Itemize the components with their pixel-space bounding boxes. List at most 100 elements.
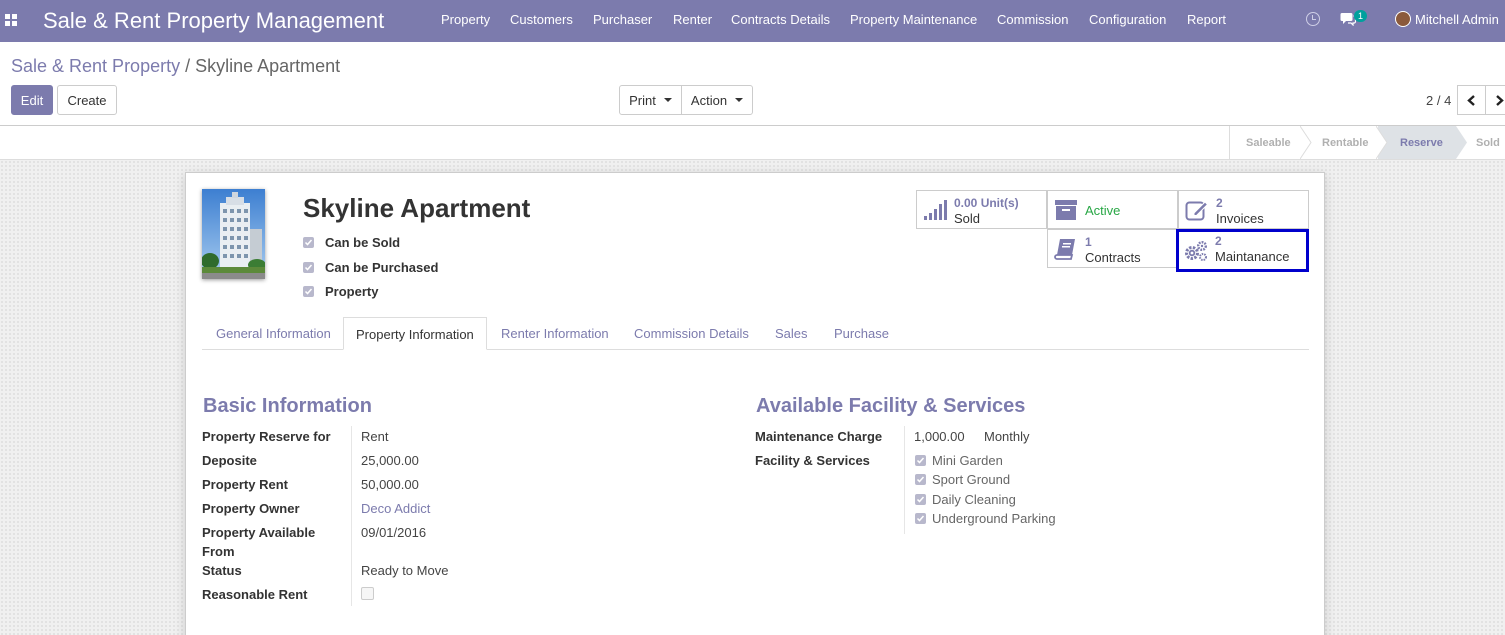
- tab-property-information[interactable]: Property Information: [343, 317, 487, 350]
- daily-cleaning-label: Daily Cleaning: [932, 492, 1016, 507]
- maintenance-charge-label: Maintenance Charge: [755, 429, 883, 444]
- deposite-label: Deposite: [202, 453, 257, 468]
- can-be-sold-checkbox[interactable]: [303, 237, 314, 248]
- property-owner-link[interactable]: Deco Addict: [361, 501, 430, 516]
- checkmark-icon: [916, 476, 925, 483]
- underground-parking-label: Underground Parking: [932, 511, 1056, 526]
- stage-rentable[interactable]: Rentable: [1312, 126, 1378, 159]
- field-divider: [904, 426, 905, 534]
- print-label: Print: [629, 92, 656, 108]
- stage-separator: [1376, 126, 1388, 159]
- tab-sales[interactable]: Sales: [775, 317, 808, 350]
- stage-reserve[interactable]: Reserve: [1378, 126, 1456, 159]
- menu-item-contracts-details[interactable]: Contracts Details: [731, 12, 830, 27]
- field-divider: [351, 426, 352, 606]
- underground-parking-checkbox[interactable]: [915, 513, 926, 524]
- record-title: Skyline Apartment: [303, 193, 531, 223]
- property-flag-label: Property: [325, 284, 379, 299]
- status-label: Status: [202, 563, 242, 578]
- form-sheet: Skyline Apartment Can be Sold Can be Pur…: [185, 172, 1325, 635]
- user-avatar[interactable]: [1395, 11, 1411, 27]
- reserve-for-label: Property Reserve for: [202, 429, 331, 444]
- tab-general-information[interactable]: General Information: [216, 317, 331, 350]
- available-from-value: 09/01/2016: [361, 525, 427, 540]
- edit-icon: [1185, 201, 1209, 221]
- reasonable-rent-label: Reasonable Rent: [202, 587, 308, 602]
- sport-ground-checkbox[interactable]: [915, 474, 926, 485]
- breadcrumb-current: Skyline Apartment: [195, 56, 341, 76]
- app-brand[interactable]: Sale & Rent Property Management: [43, 8, 384, 34]
- edit-button[interactable]: Edit: [11, 85, 53, 115]
- invoices-count: 2: [1216, 196, 1223, 210]
- stage-sold[interactable]: Sold: [1468, 126, 1505, 159]
- reserve-for-value: Rent: [361, 429, 389, 444]
- apps-menu-icon[interactable]: [5, 14, 17, 26]
- maintenance-charge-value: 1,000.00: [914, 429, 965, 444]
- checkmark-icon: [304, 288, 313, 295]
- basic-information-title: Basic Information: [203, 395, 372, 417]
- menu-item-purchaser[interactable]: Purchaser: [593, 12, 652, 27]
- print-dropdown[interactable]: Print: [619, 85, 682, 115]
- maintenance-charge-period: Monthly: [984, 429, 1030, 444]
- contracts-smart-button[interactable]: 1 Contracts: [1047, 229, 1178, 268]
- breadcrumb-separator: /: [185, 56, 191, 76]
- menu-item-renter[interactable]: Renter: [673, 12, 712, 27]
- caret-down-icon: [735, 98, 744, 102]
- stage-separator: [1300, 126, 1312, 159]
- contracts-label: Contracts: [1085, 250, 1141, 265]
- sold-smart-button[interactable]: 0.00 Unit(s) Sold: [916, 190, 1047, 229]
- maintenance-smart-button[interactable]: 2 Maintanance: [1176, 229, 1309, 272]
- top-navbar: Sale & Rent Property Management Property…: [0, 0, 1505, 42]
- action-dropdown[interactable]: Action: [681, 85, 753, 115]
- facility-services-title: Available Facility & Services: [756, 395, 1026, 417]
- stage-saleable[interactable]: Saleable: [1230, 126, 1302, 159]
- menu-item-commission[interactable]: Commission: [997, 12, 1069, 27]
- archive-icon: [1055, 200, 1077, 220]
- checkmark-icon: [916, 515, 925, 522]
- property-checkbox[interactable]: [303, 286, 314, 297]
- book-icon: [1054, 239, 1075, 260]
- sport-ground-label: Sport Ground: [932, 472, 1011, 487]
- user-menu[interactable]: Mitchell Admin: [1415, 12, 1499, 27]
- property-image[interactable]: [202, 189, 265, 279]
- menu-item-configuration[interactable]: Configuration: [1089, 12, 1166, 27]
- contracts-count: 1: [1085, 235, 1092, 249]
- create-button[interactable]: Create: [57, 85, 117, 115]
- pager-previous-button[interactable]: [1457, 85, 1486, 115]
- facility-services-label: Facility & Services: [755, 453, 870, 468]
- checkmark-icon: [304, 239, 313, 246]
- tab-commission-details[interactable]: Commission Details: [634, 317, 749, 350]
- can-be-sold-label: Can be Sold: [325, 235, 401, 250]
- maintenance-count: 2: [1215, 234, 1222, 248]
- activity-clock-icon[interactable]: [1306, 12, 1320, 26]
- tab-purchase[interactable]: Purchase: [834, 317, 889, 350]
- property-rent-label: Property Rent: [202, 477, 288, 492]
- status-bar: Saleable Rentable Reserve Sold: [1229, 126, 1505, 159]
- active-toggle-button[interactable]: Active: [1047, 190, 1178, 229]
- menu-item-property-maintenance[interactable]: Property Maintenance: [850, 12, 977, 27]
- breadcrumb-parent[interactable]: Sale & Rent Property: [11, 56, 180, 76]
- action-label: Action: [690, 92, 728, 108]
- daily-cleaning-checkbox[interactable]: [915, 494, 926, 505]
- pager-next-button[interactable]: [1485, 85, 1505, 115]
- menu-item-customers[interactable]: Customers: [510, 12, 573, 27]
- gears-icon: [1185, 241, 1207, 261]
- chat-count-badge: 1: [1354, 10, 1368, 22]
- tab-renter-information[interactable]: Renter Information: [501, 317, 609, 350]
- status-value: Ready to Move: [361, 563, 449, 578]
- sold-label: Sold: [954, 211, 981, 226]
- menu-item-report[interactable]: Report: [1187, 12, 1226, 27]
- checkmark-icon: [304, 264, 313, 271]
- mini-garden-checkbox[interactable]: [915, 455, 926, 466]
- pager-value[interactable]: 2 / 4: [1426, 93, 1451, 108]
- notebook-tabs: General Information Property Information…: [202, 317, 1309, 350]
- can-be-purchased-checkbox[interactable]: [303, 262, 314, 273]
- checkmark-icon: [916, 457, 925, 464]
- property-owner-label: Property Owner: [202, 501, 300, 516]
- invoices-label: Invoices: [1216, 211, 1264, 226]
- checkmark-icon: [916, 496, 925, 503]
- menu-item-property[interactable]: Property: [441, 12, 490, 27]
- reasonable-rent-checkbox[interactable]: [361, 587, 374, 600]
- available-from-label: Property Available From: [202, 525, 316, 559]
- invoices-smart-button[interactable]: 2 Invoices: [1178, 190, 1309, 229]
